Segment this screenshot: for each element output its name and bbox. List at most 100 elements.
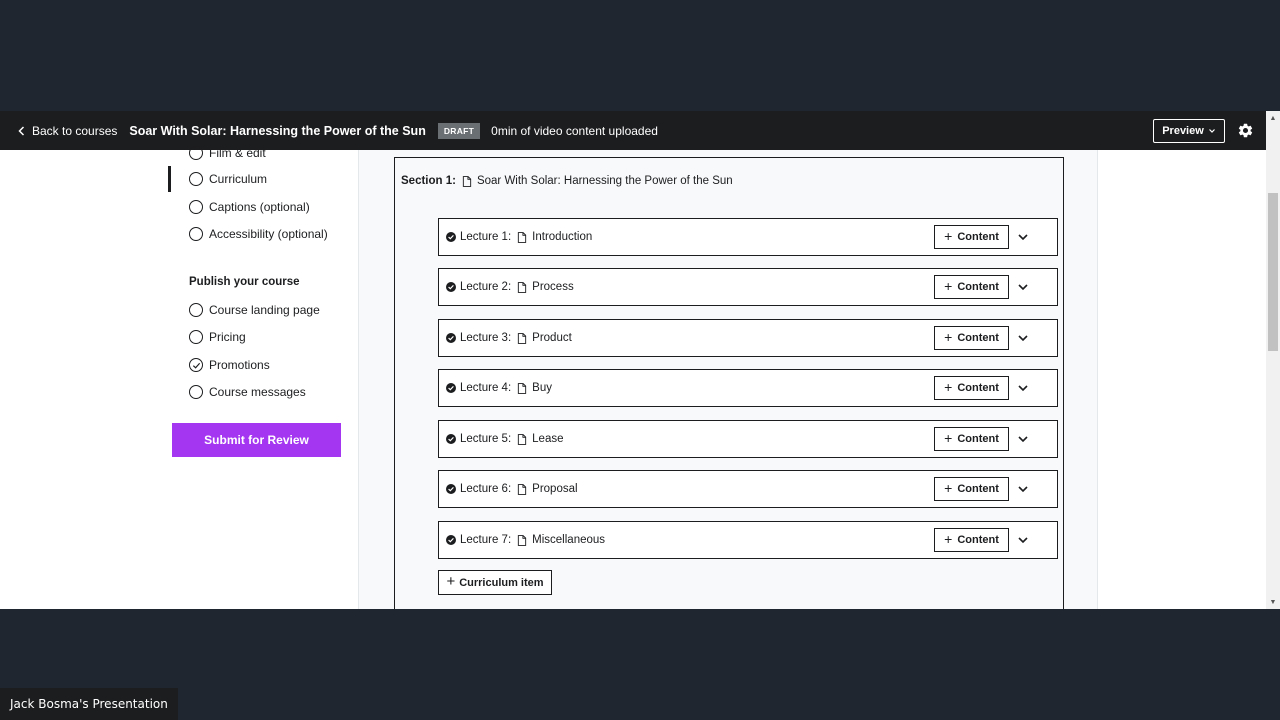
add-curriculum-item-button[interactable]: + Curriculum item	[438, 570, 552, 595]
chevron-down-icon[interactable]	[1017, 282, 1029, 292]
lecture-row[interactable]: Lecture 2: Process + Content	[438, 268, 1058, 306]
sidebar-item-captions[interactable]: Captions (optional)	[189, 198, 310, 216]
add-content-button[interactable]: + Content	[934, 376, 1009, 400]
vertical-scrollbar[interactable]: ▲ ▼	[1266, 111, 1280, 609]
content-button-label: Content	[957, 534, 999, 546]
back-to-courses-link[interactable]: Back to courses	[16, 124, 117, 138]
preview-button[interactable]: Preview	[1153, 119, 1225, 143]
content-button-label: Content	[957, 231, 999, 243]
add-content-button[interactable]: + Content	[934, 326, 1009, 350]
chevron-down-icon[interactable]	[1017, 232, 1029, 242]
content-button-label: Content	[957, 281, 999, 293]
add-content-button[interactable]: + Content	[934, 528, 1009, 552]
circle-icon	[189, 200, 203, 214]
active-indicator	[168, 166, 171, 192]
check-circle-icon	[189, 358, 203, 372]
lecture-row[interactable]: Lecture 3: Product + Content	[438, 319, 1058, 357]
chevron-down-icon[interactable]	[1017, 434, 1029, 444]
plus-icon: +	[944, 278, 953, 294]
sidebar-item-course-messages[interactable]: Course messages	[189, 383, 306, 401]
content-button-label: Content	[957, 483, 999, 495]
chevron-down-icon[interactable]	[1017, 484, 1029, 494]
plus-icon: +	[944, 379, 953, 395]
lecture-title: Miscellaneous	[532, 534, 606, 546]
lecture-title: Product	[532, 332, 572, 344]
document-icon	[518, 534, 527, 546]
add-content-button[interactable]: + Content	[934, 275, 1009, 299]
lecture-row[interactable]: Lecture 7: Miscellaneous + Content	[438, 521, 1058, 559]
scroll-down-arrow-icon[interactable]: ▼	[1266, 595, 1280, 609]
document-icon	[518, 483, 527, 495]
add-content-button[interactable]: + Content	[934, 477, 1009, 501]
circle-icon	[189, 146, 203, 160]
add-content-button[interactable]: + Content	[934, 427, 1009, 451]
sidebar-item-label: Captions (optional)	[209, 200, 310, 214]
document-icon	[518, 332, 527, 344]
publish-heading: Publish your course	[189, 276, 300, 288]
sidebar-item-promotions[interactable]: Promotions	[189, 356, 270, 374]
check-circle-icon	[446, 484, 456, 494]
gear-icon[interactable]	[1237, 122, 1254, 139]
check-circle-icon	[446, 383, 456, 393]
section-card: Section 1: Soar With Solar: Harnessing t…	[394, 157, 1064, 609]
lecture-label: Lecture 7:	[460, 534, 512, 546]
circle-icon	[189, 330, 203, 344]
circle-icon	[189, 385, 203, 399]
circle-icon	[189, 227, 203, 241]
lecture-row[interactable]: Lecture 4: Buy + Content	[438, 369, 1058, 407]
document-icon	[518, 281, 527, 293]
lecture-row[interactable]: Lecture 1: Introduction + Content	[438, 218, 1058, 256]
presenter-label: Jack Bosma's Presentation	[0, 688, 178, 720]
chevron-left-icon	[18, 125, 25, 136]
lecture-row[interactable]: Lecture 5: Lease + Content	[438, 420, 1058, 458]
sidebar-item-label: Course landing page	[209, 303, 320, 317]
sidebar-item-label: Pricing	[209, 330, 246, 344]
sidebar-item-curriculum[interactable]: Curriculum	[189, 170, 267, 188]
lecture-title: Buy	[532, 382, 552, 394]
sidebar: Film & edit Curriculum Captions (optiona…	[160, 146, 358, 609]
sidebar-item-label: Film & edit	[209, 146, 266, 160]
check-circle-icon	[446, 282, 456, 292]
document-icon	[518, 382, 527, 394]
lecture-row[interactable]: Lecture 6: Proposal + Content	[438, 470, 1058, 508]
chevron-down-icon	[1208, 129, 1215, 133]
chevron-down-icon[interactable]	[1017, 333, 1029, 343]
section-title: Soar With Solar: Harnessing the Power of…	[476, 175, 733, 187]
document-icon	[518, 231, 527, 243]
check-circle-icon	[446, 232, 456, 242]
sidebar-item-landing-page[interactable]: Course landing page	[189, 301, 320, 319]
check-circle-icon	[446, 434, 456, 444]
check-circle-icon	[446, 535, 456, 545]
scroll-up-arrow-icon[interactable]: ▲	[1266, 111, 1280, 125]
chevron-down-icon[interactable]	[1017, 383, 1029, 393]
add-content-button[interactable]: + Content	[934, 225, 1009, 249]
section-label: Section 1:	[401, 175, 456, 187]
sidebar-item-accessibility[interactable]: Accessibility (optional)	[189, 225, 328, 243]
upload-status: 0min of video content uploaded	[491, 123, 658, 138]
lecture-title: Introduction	[532, 231, 593, 243]
lecture-label: Lecture 1:	[460, 231, 512, 243]
document-icon	[518, 433, 527, 445]
course-editor-window: Back to courses Soar With Solar: Harness…	[0, 111, 1280, 609]
lecture-label: Lecture 5:	[460, 433, 512, 445]
plus-icon: +	[944, 430, 953, 446]
sidebar-item-pricing[interactable]: Pricing	[189, 328, 246, 346]
sidebar-item-film-edit[interactable]: Film & edit	[189, 144, 266, 162]
lecture-title: Process	[532, 281, 574, 293]
lecture-label: Lecture 2:	[460, 281, 512, 293]
section-header[interactable]: Section 1: Soar With Solar: Harnessing t…	[401, 175, 733, 187]
chevron-down-icon[interactable]	[1017, 535, 1029, 545]
plus-icon: +	[944, 228, 953, 244]
plus-icon: +	[944, 531, 953, 547]
document-icon	[462, 175, 472, 187]
sidebar-item-label: Accessibility (optional)	[209, 227, 328, 241]
content-button-label: Content	[957, 382, 999, 394]
lecture-label: Lecture 4:	[460, 382, 512, 394]
course-title: Soar With Solar: Harnessing the Power of…	[129, 123, 426, 138]
preview-label: Preview	[1162, 125, 1204, 137]
back-to-courses-label: Back to courses	[32, 123, 118, 138]
scroll-thumb[interactable]	[1268, 193, 1278, 351]
plus-icon: +	[446, 573, 456, 590]
submit-for-review-button[interactable]: Submit for Review	[172, 423, 341, 457]
lecture-title: Lease	[532, 433, 564, 445]
